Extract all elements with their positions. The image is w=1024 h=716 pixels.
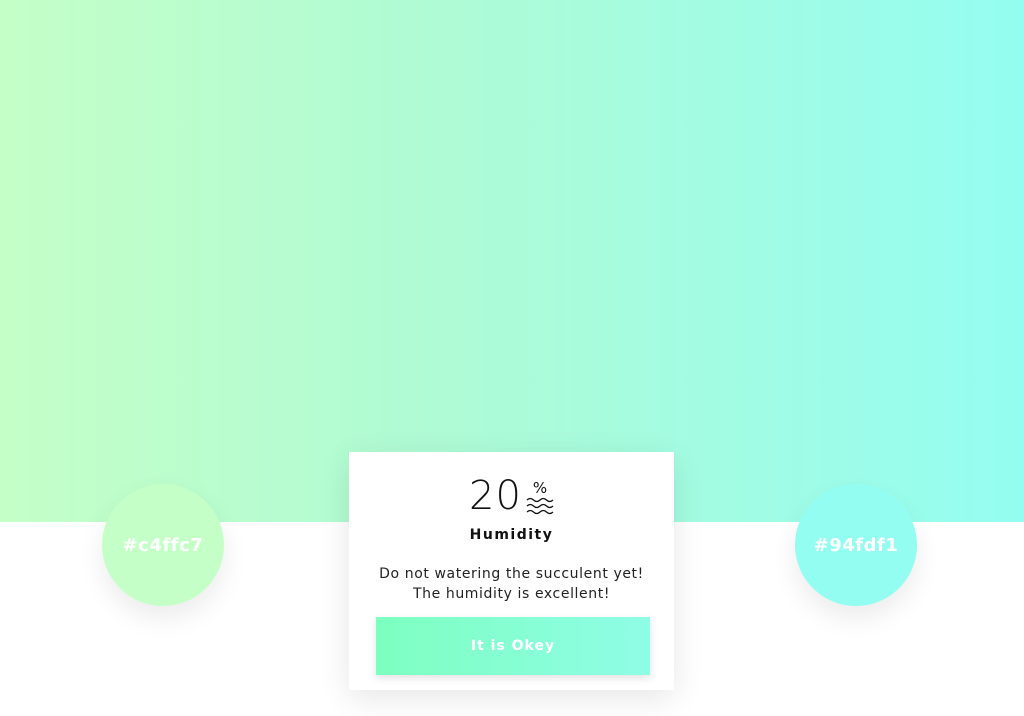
color-swatch-start: #c4ffc7: [102, 484, 224, 606]
humidity-dialog: 20 % Humidity Do not watering the succul…: [349, 452, 674, 690]
humidity-reading: 20 %: [349, 474, 674, 518]
humidity-message: Do not watering the succulent yet! The h…: [349, 564, 674, 604]
humidity-label: Humidity: [469, 527, 554, 543]
humidity-unit: %: [532, 479, 548, 497]
humidity-value: 20: [469, 473, 522, 519]
humidity-unit-group: %: [526, 481, 554, 515]
humidity-message-line-1: Do not watering the succulent yet!: [379, 566, 644, 582]
gradient-banner: [0, 0, 1024, 522]
color-swatch-end: #94fdf1: [795, 484, 917, 606]
humidity-message-line-2: The humidity is excellent!: [412, 586, 611, 602]
ok-button[interactable]: It is Okey: [376, 617, 650, 675]
color-swatch-start-label: #c4ffc7: [122, 534, 204, 556]
color-swatch-end-label: #94fdf1: [813, 534, 899, 556]
water-waves-icon: [526, 497, 554, 515]
